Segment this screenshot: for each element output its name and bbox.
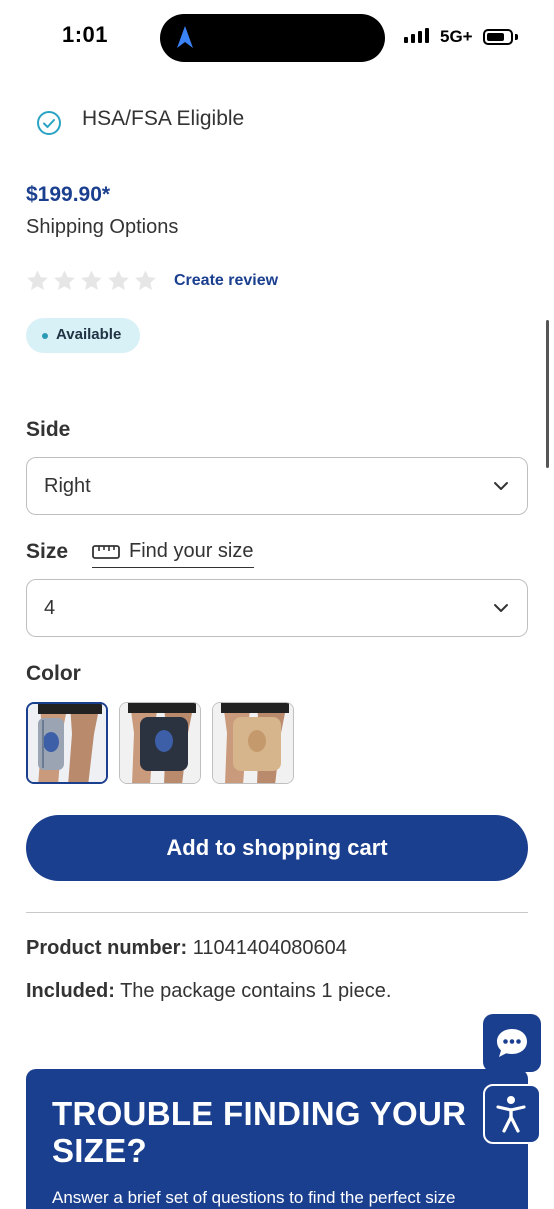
side-select[interactable]: Right: [26, 457, 528, 515]
star-icon: [27, 270, 48, 290]
color-swatch-beige[interactable]: [212, 702, 294, 784]
included-value: The package contains 1 piece.: [120, 980, 392, 1002]
signal-icon: [404, 28, 429, 43]
star-icon: [81, 270, 102, 290]
color-swatch-gray-blue[interactable]: [26, 702, 108, 784]
side-label: Side: [26, 418, 71, 441]
status-time: 1:01: [62, 22, 109, 47]
star-icon: [135, 270, 156, 290]
battery-tip: [515, 34, 518, 40]
chevron-down-icon: [494, 482, 508, 490]
shipping-options-link[interactable]: Shipping Options: [26, 216, 178, 239]
battery-icon: [483, 29, 513, 45]
star-icon: [108, 270, 129, 290]
product-price: $199.90*: [26, 183, 111, 206]
chevron-down-icon: [494, 604, 508, 612]
divider: [26, 912, 528, 913]
color-swatch-black[interactable]: [119, 702, 201, 784]
hsa-eligible-label: HSA/FSA Eligible: [82, 107, 245, 130]
availability-label: Available: [56, 326, 122, 343]
banner-subtitle: Answer a brief set of questions to find …: [52, 1188, 456, 1207]
size-select-value: 4: [44, 597, 56, 619]
size-label: Size: [26, 540, 69, 563]
accessibility-icon: [496, 1096, 526, 1133]
included-line: Included: The package contains 1 piece.: [26, 980, 391, 1003]
rating-stars[interactable]: [26, 269, 157, 292]
find-your-size-label: Find your size: [129, 540, 254, 562]
check-circle-icon: [37, 111, 61, 135]
color-label: Color: [26, 662, 81, 685]
product-number-line: Product number: 11041404080604: [26, 937, 347, 960]
knee-brace-beige-image: [213, 703, 293, 783]
network-type: 5G+: [440, 27, 473, 46]
included-label: Included:: [26, 980, 115, 1002]
create-review-link[interactable]: Create review: [174, 272, 278, 290]
star-icon: [54, 270, 75, 290]
side-select-value: Right: [44, 475, 91, 497]
knee-brace-gray-image: [28, 704, 106, 782]
find-your-size-link[interactable]: Find your size: [92, 540, 254, 568]
availability-dot: [42, 333, 48, 339]
size-select[interactable]: 4: [26, 579, 528, 637]
location-arrow-icon: [177, 26, 193, 48]
banner-title: TROUBLE FINDING YOUR SIZE?: [52, 1095, 467, 1169]
chat-icon: [497, 1029, 527, 1057]
ruler-icon: [92, 544, 120, 559]
add-to-cart-button[interactable]: Add to shopping cart: [26, 815, 528, 881]
product-number-value: 11041404080604: [192, 937, 347, 959]
product-number-label: Product number:: [26, 937, 188, 959]
scrollbar[interactable]: [546, 320, 549, 468]
knee-brace-black-image: [120, 703, 200, 783]
